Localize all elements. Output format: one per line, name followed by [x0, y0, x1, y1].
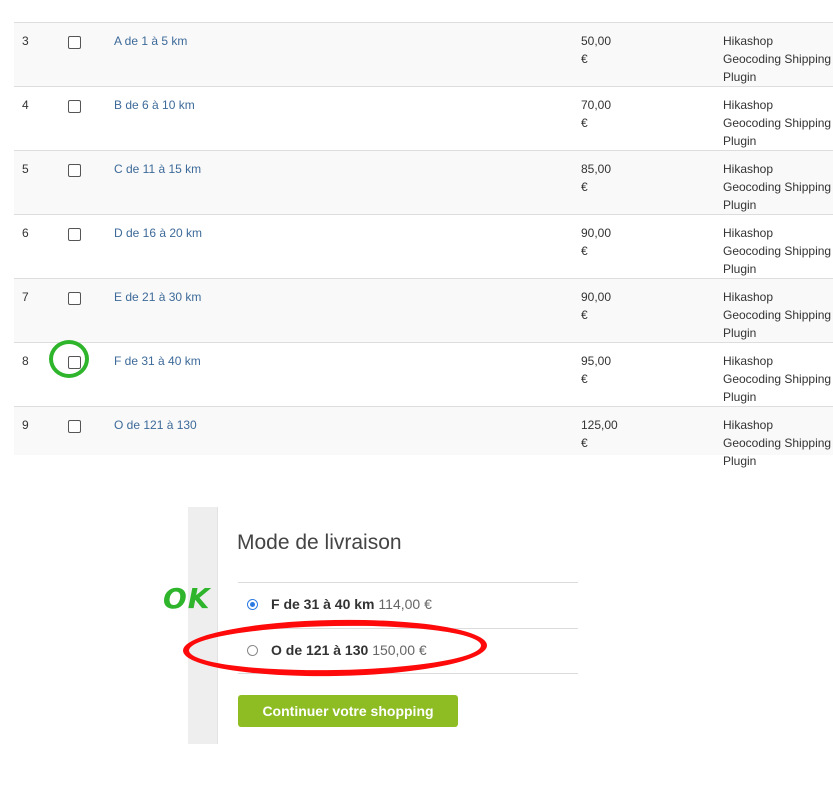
row-number: 5	[22, 162, 29, 176]
shipping-plugin: Hikashop Geocoding Shipping Plugin	[723, 98, 832, 148]
shipping-method-link[interactable]: A de 1 à 5 km	[114, 32, 187, 50]
shipping-plugin: Hikashop Geocoding Shipping Plugin	[723, 162, 832, 212]
continue-shopping-button[interactable]: Continuer votre shopping	[238, 695, 458, 727]
shipping-method-link[interactable]: B de 6 à 10 km	[114, 96, 195, 114]
row-checkbox[interactable]	[68, 420, 81, 433]
row-checkbox[interactable]	[68, 164, 81, 177]
row-number: 8	[22, 354, 29, 368]
shipping-price: 85,00 €	[581, 162, 612, 194]
table-row: 5 C de 11 à 15 km 85,00 € Hikashop Geoco…	[14, 150, 833, 214]
table-row: 8 F de 31 à 40 km 95,00 € Hikashop Geoco…	[14, 342, 833, 406]
shipping-plugin: Hikashop Geocoding Shipping Plugin	[723, 226, 832, 276]
row-number: 3	[22, 34, 29, 48]
row-number: 6	[22, 226, 29, 240]
row-checkbox[interactable]	[68, 228, 81, 241]
shipping-method-link[interactable]: E de 21 à 30 km	[114, 288, 201, 306]
shipping-option-name: F de 31 à 40 km	[271, 596, 375, 612]
shipping-method-link[interactable]: D de 16 à 20 km	[114, 224, 202, 242]
shipping-plugin: Hikashop Geocoding Shipping Plugin	[723, 34, 832, 84]
shipping-method-link[interactable]: O de 121 à 130	[114, 416, 197, 434]
shipping-price: 125,00 €	[581, 418, 618, 450]
row-checkbox[interactable]	[68, 292, 81, 305]
shipping-price: 90,00 €	[581, 226, 612, 258]
row-number: 9	[22, 418, 29, 432]
table-row: 4 B de 6 à 10 km 70,00 € Hikashop Geocod…	[14, 86, 833, 150]
shipping-plugin: Hikashop Geocoding Shipping Plugin	[723, 418, 832, 468]
row-checkbox[interactable]	[68, 36, 81, 49]
shipping-price: 70,00 €	[581, 98, 612, 130]
table-row: 9 O de 121 à 130 125,00 € Hikashop Geoco…	[14, 406, 833, 468]
shipping-price: 95,00 €	[581, 354, 612, 386]
shipping-method-link[interactable]: C de 11 à 15 km	[114, 160, 201, 178]
shipping-price: 90,00 €	[581, 290, 612, 322]
row-checkbox[interactable]	[68, 100, 81, 113]
table-row: 6 D de 16 à 20 km 90,00 € Hikashop Geoco…	[14, 214, 833, 278]
shipping-method-link[interactable]: F de 31 à 40 km	[114, 352, 201, 370]
shipping-plugin: Hikashop Geocoding Shipping Plugin	[723, 290, 832, 340]
table-row: 7 E de 21 à 30 km 90,00 € Hikashop Geoco…	[14, 278, 833, 342]
shipping-mode-title: Mode de livraison	[237, 531, 402, 554]
panel-side-bar	[188, 507, 218, 744]
row-number: 4	[22, 98, 29, 112]
shipping-option-price: 114,00 €	[378, 596, 432, 612]
green-circle-annotation	[49, 340, 89, 378]
shipping-plugin: Hikashop Geocoding Shipping Plugin	[723, 354, 832, 404]
shipping-price: 50,00 €	[581, 34, 612, 66]
shipping-radio-selected[interactable]	[247, 599, 258, 610]
row-number: 7	[22, 290, 29, 304]
ok-handwritten-annotation: OK	[163, 582, 211, 615]
table-row: 3 A de 1 à 5 km 50,00 € Hikashop Geocodi…	[14, 22, 833, 86]
shipping-methods-table: 3 A de 1 à 5 km 50,00 € Hikashop Geocodi…	[14, 22, 833, 468]
